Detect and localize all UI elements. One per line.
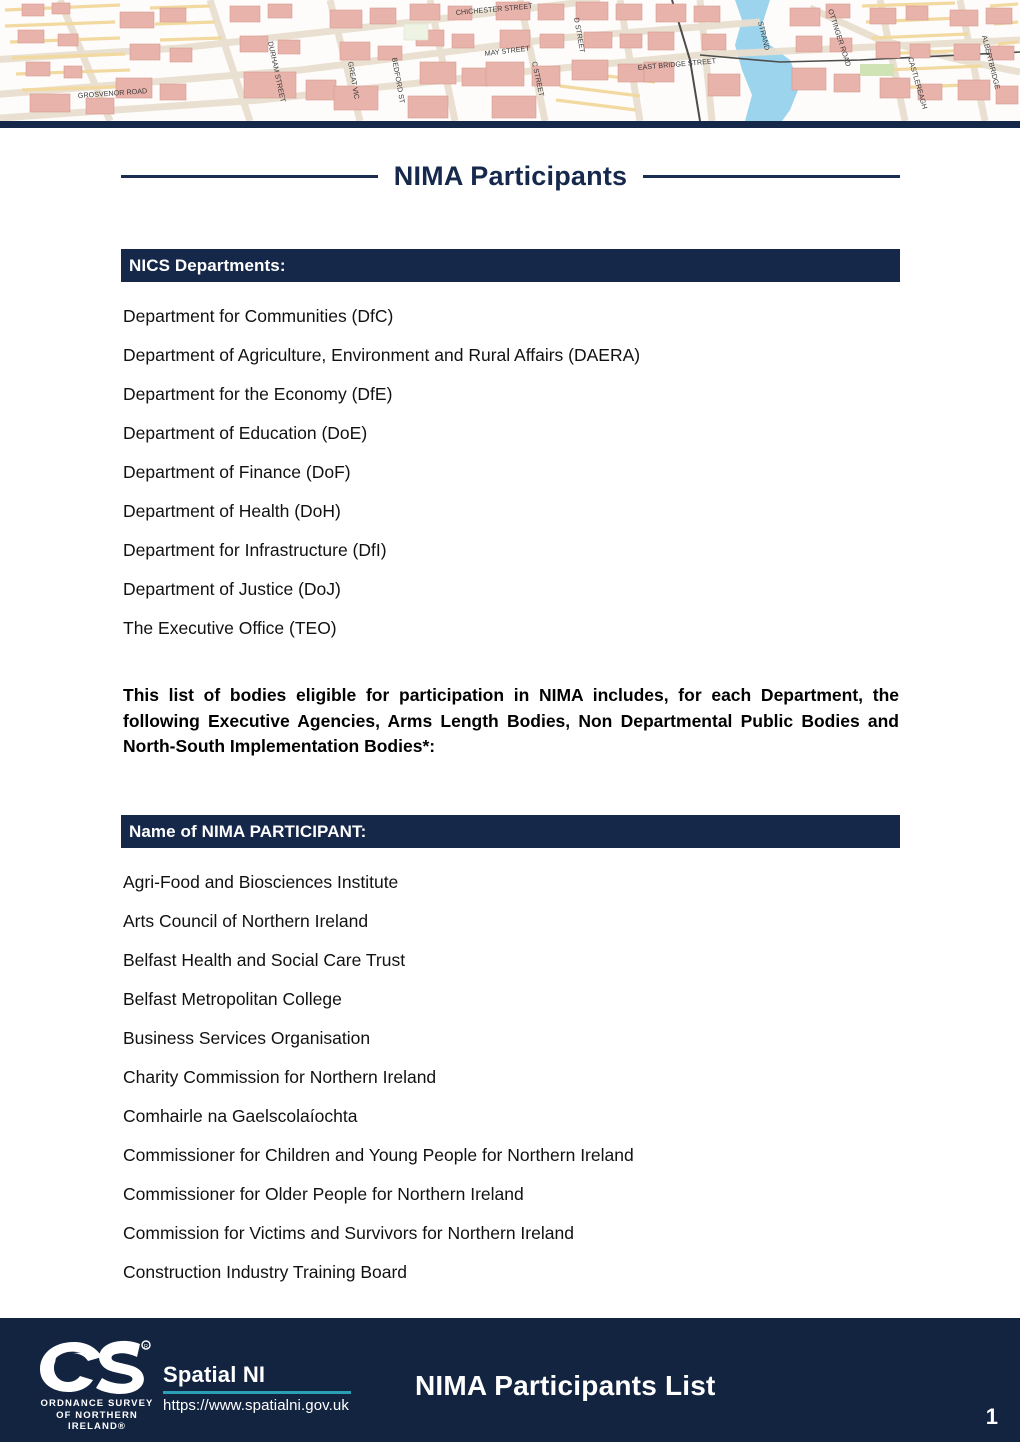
svg-text:R: R [144, 1344, 148, 1350]
list-item: Belfast Health and Social Care Trust [123, 950, 406, 970]
list-item: Comhairle na Gaelscolaíochta [123, 1106, 358, 1126]
page-title-row: NIMA Participants [121, 155, 901, 197]
os-wordmark: ORDNANCE SURVEY OF NORTHERN IRELAND® [36, 1398, 158, 1433]
os-wordmark-line-2: OF NORTHERN IRELAND® [56, 1409, 138, 1433]
list-item: Agri-Food and Biosciences Institute [123, 872, 399, 892]
list-item: Department for the Economy (DfE) [123, 384, 393, 404]
list-item: Department for Infrastructure (DfI) [123, 540, 387, 560]
spatial-ni-url[interactable]: https://www.spatialni.gov.uk [163, 1397, 363, 1414]
section-header-nima-participant: Name of NIMA PARTICIPANT: [121, 815, 900, 848]
list-item: Construction Industry Training Board [123, 1262, 408, 1282]
title-rule-right [643, 174, 901, 178]
list-item: Belfast Metropolitan College [123, 989, 342, 1009]
section-header-label: Name of NIMA PARTICIPANT: [129, 821, 367, 841]
list-item: The Executive Office (TEO) [123, 618, 337, 638]
participants-list: Agri-Food and Biosciences Institute Arts… [123, 863, 913, 1292]
list-item: Department of Finance (DoF) [123, 462, 351, 482]
spatial-ni-block[interactable]: Spatial NI https://www.spatialni.gov.uk [163, 1362, 363, 1414]
list-item: Department of Agriculture, Environment a… [123, 345, 641, 365]
list-item: Department for Communities (DfC) [123, 306, 394, 326]
page-title: NIMA Participants [393, 160, 628, 191]
map-illustration: CHICHESTER STREET MAY STREET EAST BRIDGE… [0, 0, 1020, 121]
os-monogram-icon: R [40, 1340, 151, 1394]
header-divider-bar [0, 121, 1020, 128]
footer-document-title: NIMA Participants List [415, 1370, 716, 1401]
list-item: Commissioner for Older People for Northe… [123, 1184, 524, 1204]
list-item: Business Services Organisation [123, 1028, 371, 1048]
list-item: Department of Justice (DoJ) [123, 579, 341, 599]
os-wordmark-line-1: ORDNANCE SURVEY [40, 1398, 154, 1409]
list-item: Commission for Victims and Survivors for… [123, 1223, 574, 1243]
ordnance-survey-logo: R ORDNANCE SURVEY OF NORTHERN IRELAND® [36, 1336, 158, 1433]
list-item: Department of Education (DoE) [123, 423, 368, 443]
intro-paragraph: This list of bodies eligible for partici… [123, 683, 899, 760]
spatial-ni-divider [163, 1391, 351, 1394]
list-item: Charity Commission for Northern Ireland [123, 1067, 437, 1087]
section-header-nics-departments: NICS Departments: [121, 249, 900, 282]
list-item: Commissioner for Children and Young Peop… [123, 1145, 634, 1165]
spatial-ni-label: Spatial NI [163, 1362, 266, 1387]
header-map-banner: CHICHESTER STREET MAY STREET EAST BRIDGE… [0, 0, 1020, 121]
section-header-label: NICS Departments: [129, 255, 286, 275]
departments-list: Department for Communities (DfC) Departm… [123, 297, 913, 648]
list-item: Arts Council of Northern Ireland [123, 911, 369, 931]
intro-paragraph-text: This list of bodies eligible for partici… [123, 685, 899, 756]
page-footer: R ORDNANCE SURVEY OF NORTHERN IRELAND® S… [0, 1318, 1020, 1442]
title-rule-left [121, 174, 378, 178]
list-item: Department of Health (DoH) [123, 501, 341, 521]
page-number: 1 [985, 1404, 998, 1429]
